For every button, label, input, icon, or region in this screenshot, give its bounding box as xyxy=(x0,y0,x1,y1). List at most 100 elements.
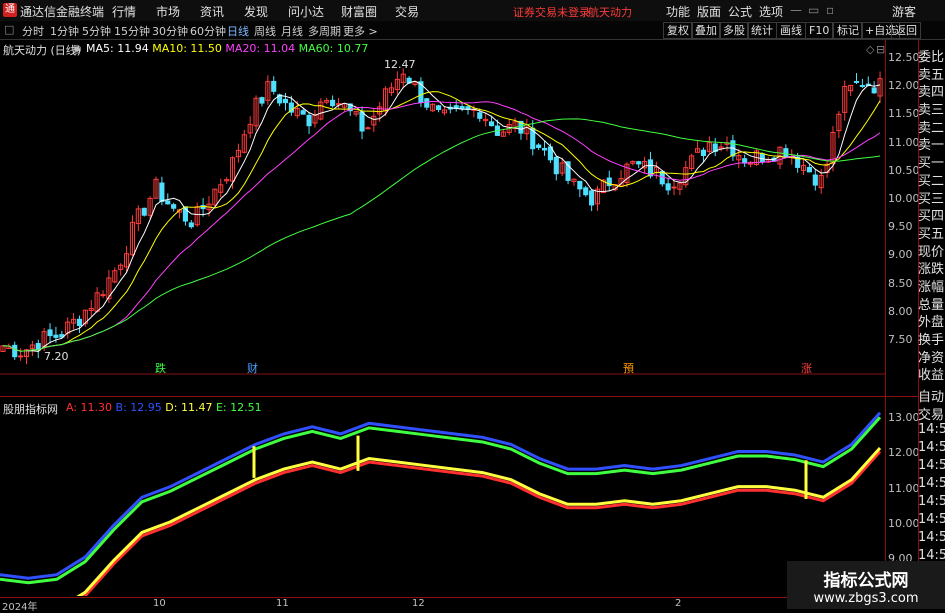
adjust-button[interactable]: 复权 xyxy=(663,22,693,39)
tab-60min[interactable]: 60分钟 xyxy=(190,23,226,39)
menu-item-news[interactable]: 资讯 xyxy=(200,3,224,20)
indicator-line xyxy=(81,450,882,596)
tab-timeshare[interactable]: 分时 xyxy=(22,23,44,39)
side-label: 收益 xyxy=(918,368,945,383)
side-label: 现价 xyxy=(918,244,945,259)
candle-body xyxy=(18,355,24,358)
indicator-chart[interactable] xyxy=(0,396,885,596)
candle-body xyxy=(300,110,306,115)
side-label: 14:56 xyxy=(918,476,945,491)
dropdown-icon[interactable]: ◉ xyxy=(72,42,82,55)
side-label: 买五 xyxy=(918,226,945,241)
ma-line xyxy=(2,91,881,352)
x-tick-2: 2 xyxy=(675,598,682,609)
tab-weekly[interactable]: 周线 xyxy=(254,23,276,39)
candlestick-chart[interactable] xyxy=(0,40,885,375)
candle-body xyxy=(171,204,177,209)
candle-body xyxy=(583,187,589,196)
menu-item-function[interactable]: 功能 xyxy=(666,3,690,20)
candle-body xyxy=(282,98,289,104)
checkbox-icon[interactable]: □ xyxy=(4,23,14,36)
tab-30min[interactable]: 30分钟 xyxy=(152,23,188,39)
side-label: 外盘 xyxy=(918,315,945,329)
event-marker-finance[interactable]: 财 xyxy=(247,360,258,376)
stats-button[interactable]: 统计 xyxy=(747,22,777,39)
menu-item-wealth[interactable]: 财富圈 xyxy=(341,3,377,20)
watermark-url: www.zbgs3.com xyxy=(813,591,919,606)
main-axis-divider xyxy=(885,40,886,397)
side-label: 换手 xyxy=(918,333,945,347)
f10-button[interactable]: F10 xyxy=(805,22,834,39)
ma-legend-item: MA20: 11.04 xyxy=(225,42,299,55)
y-tick: 12.00 xyxy=(888,446,920,460)
y-tick: 11.00 xyxy=(888,135,920,149)
y-tick: 13.00 xyxy=(888,411,920,424)
side-label: 14:56 xyxy=(918,440,945,455)
side-label: 涨幅 xyxy=(918,279,945,294)
back-button[interactable]: 返回 xyxy=(891,22,921,39)
settings-icon[interactable]: ◇ xyxy=(866,43,874,56)
tab-monthly[interactable]: 月线 xyxy=(281,23,303,39)
candle-body xyxy=(12,344,18,358)
event-marker-rise[interactable]: 涨 xyxy=(801,360,812,376)
side-label: 买三 xyxy=(918,191,945,206)
indicator-legend-item: D: 11.47 xyxy=(165,401,216,414)
candle-body xyxy=(488,121,495,127)
tab-more[interactable]: 更多 > xyxy=(343,23,378,39)
tab-daily[interactable]: 日线 xyxy=(227,23,249,39)
menu-item-discover[interactable]: 发现 xyxy=(244,3,268,20)
side-label: 卖五 xyxy=(918,67,945,82)
period-toolbar: □ 分时 1分钟 5分钟 15分钟 30分钟 60分钟 日线 周线 月线 多周期… xyxy=(0,21,945,40)
tab-5min[interactable]: 5分钟 xyxy=(82,23,111,39)
y-tick: 12.00 xyxy=(888,79,920,93)
ma-legend: MA5: 11.94 MA10: 11.50 MA20: 11.04 MA60:… xyxy=(86,42,368,55)
menu-item-quote[interactable]: 行情 xyxy=(112,3,136,20)
minimize-icon[interactable]: — xyxy=(790,3,802,17)
candle-body xyxy=(259,97,265,104)
candle-body xyxy=(671,186,677,189)
event-marker-forecast[interactable]: 預 xyxy=(623,360,634,376)
candle-body xyxy=(359,111,365,132)
menu-item-trade[interactable]: 交易 xyxy=(395,3,419,20)
candle-body xyxy=(565,161,571,181)
event-marker-fall[interactable]: 跌 xyxy=(155,360,166,376)
side-label: 卖一 xyxy=(918,138,945,153)
menu-item-market[interactable]: 市场 xyxy=(156,3,180,20)
window-icon[interactable]: ▭ xyxy=(808,3,819,17)
side-label: 卖四 xyxy=(918,85,945,100)
draw-line-button[interactable]: 画线 xyxy=(776,22,806,39)
restore-icon[interactable]: ▫ xyxy=(826,3,834,17)
candle-body xyxy=(47,329,53,337)
candle-body xyxy=(853,80,860,83)
menu-item-layout[interactable]: 版面 xyxy=(697,3,721,20)
guest-user[interactable]: 游客 xyxy=(892,3,916,20)
candle-body xyxy=(577,180,583,190)
tab-1min[interactable]: 1分钟 xyxy=(50,23,79,39)
menu-item-formula[interactable]: 公式 xyxy=(728,3,752,20)
quote-side-panel: 委比 卖五 卖四 卖三 卖二 卖一 买一 买二 买三 买四 买五 现价 涨跌 涨幅 总量 外盘 换手 净资 收益 xyxy=(918,46,945,382)
mark-button[interactable]: 标记 xyxy=(833,22,863,39)
menu-item-options[interactable]: 选项 xyxy=(759,3,783,20)
multi-stock-button[interactable]: 多股 xyxy=(719,22,749,39)
candle-body xyxy=(859,85,865,88)
trade-side-panel: 自动交易14:5614:5614:5614:5614:5614:5614:561… xyxy=(918,386,945,584)
candle-body xyxy=(100,294,106,297)
side-label: 14:56 xyxy=(918,494,945,509)
y-tick: 9.50 xyxy=(888,220,913,234)
app-title: 通达信金融终端 xyxy=(20,5,105,19)
x-tick-12: 12 xyxy=(412,598,425,609)
overlay-button[interactable]: 叠加 xyxy=(691,22,721,39)
login-warning[interactable]: 证券交易未登录 xyxy=(513,4,590,20)
candle-body xyxy=(435,105,442,110)
candle-body xyxy=(306,114,312,127)
candle-body xyxy=(665,183,671,191)
tab-15min[interactable]: 15分钟 xyxy=(114,23,150,39)
watermark-title: 指标公式网 xyxy=(823,571,909,591)
tab-multi-period[interactable]: 多周期 xyxy=(308,23,341,39)
y-tick: 7.50 xyxy=(888,333,913,346)
candle-body xyxy=(541,147,548,151)
close-icon[interactable]: ⊟ xyxy=(876,43,885,56)
menu-bar: 通 通达信金融终端 行情 市场 资讯 发现 问小达 财富圈 交易 证券交易未登录… xyxy=(0,0,945,22)
candle-body xyxy=(742,158,748,164)
menu-item-ask[interactable]: 问小达 xyxy=(288,3,324,20)
